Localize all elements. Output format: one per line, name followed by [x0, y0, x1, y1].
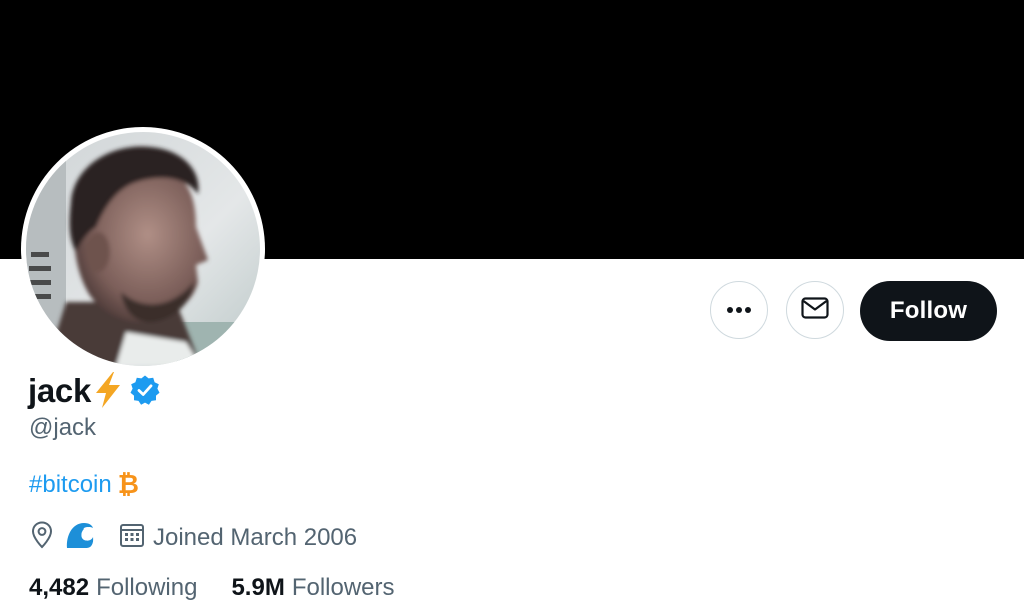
following-link[interactable]: 4,482 Following: [29, 574, 197, 602]
ellipsis-icon: [726, 301, 752, 319]
following-count: 4,482: [29, 574, 90, 601]
verified-badge-icon[interactable]: [129, 374, 161, 411]
avatar[interactable]: [26, 132, 260, 366]
water-wave-icon: [65, 520, 97, 557]
bitcoin-hashtag-link[interactable]: #bitcoin: [29, 471, 112, 499]
following-label: Following: [96, 574, 198, 601]
display-name: jack: [28, 372, 92, 409]
profile-page: Follow jack @jack #bitcoin ₿ Joined Marc…: [0, 0, 1024, 615]
followers-label: Followers: [291, 574, 395, 601]
followers-count: 5.9M: [231, 574, 285, 601]
user-handle: @jack: [29, 414, 97, 441]
envelope-icon: [801, 296, 829, 324]
joined-date: Joined March 2006: [153, 524, 358, 551]
lightning-bolt-icon: [93, 371, 123, 414]
follow-button[interactable]: Follow: [860, 281, 997, 341]
followers-link[interactable]: 5.9M Followers: [231, 574, 394, 602]
calendar-icon: [119, 522, 145, 555]
follow-stats: 4,482 Following 5.9M Followers: [29, 574, 395, 602]
more-options-button[interactable]: [710, 281, 768, 339]
profile-meta-row: Joined March 2006: [31, 520, 357, 556]
bitcoin-symbol: ₿: [117, 469, 139, 499]
display-name-row: jack: [28, 369, 161, 413]
bio: #bitcoin ₿: [29, 469, 139, 500]
location-pin-icon: [31, 520, 53, 556]
message-button[interactable]: [786, 281, 844, 339]
